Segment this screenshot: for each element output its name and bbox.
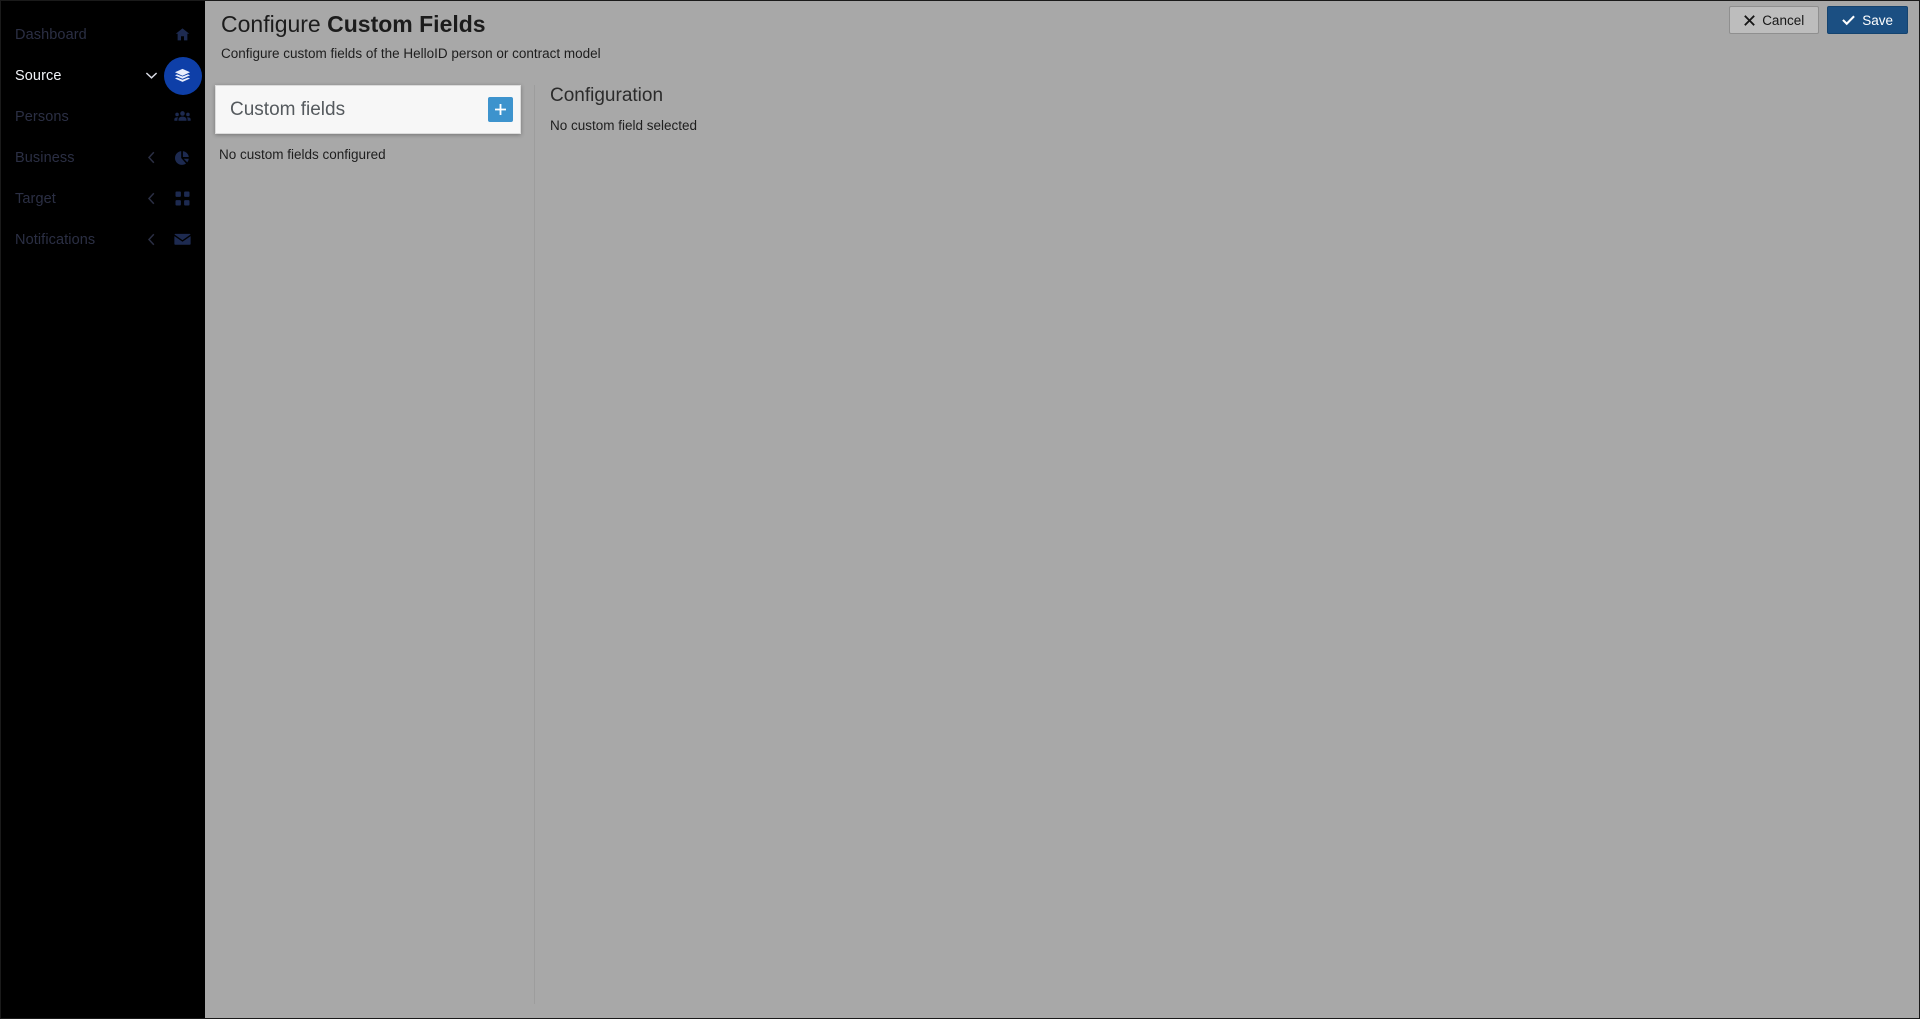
- layers-icon: [169, 67, 195, 84]
- page-subtitle: Configure custom fields of the HelloID p…: [221, 46, 601, 61]
- save-button-label: Save: [1862, 12, 1893, 28]
- page-header: Configure Custom Fields Configure custom…: [205, 1, 1919, 79]
- configuration-panel: Configuration No custom field selected: [550, 85, 1900, 133]
- sidebar-item-label: Notifications: [15, 231, 96, 248]
- cancel-button[interactable]: Cancel: [1729, 6, 1820, 34]
- page-title-strong: Custom Fields: [327, 11, 486, 37]
- check-icon: [1842, 14, 1856, 26]
- chevron-left-icon[interactable]: [143, 233, 159, 246]
- cancel-button-label: Cancel: [1762, 12, 1805, 28]
- users-icon: [169, 109, 195, 124]
- pie-chart-icon: [169, 150, 195, 166]
- home-icon: [169, 27, 195, 42]
- sidebar-item-source[interactable]: Source: [1, 55, 205, 96]
- cross-icon: [1744, 14, 1756, 26]
- sidebar-item-label: Persons: [15, 108, 69, 125]
- sidebar-navigation: Dashboard Source Persons Business Target…: [1, 1, 205, 1018]
- grid-squares-icon: [169, 191, 195, 206]
- sidebar-item-dashboard[interactable]: Dashboard: [1, 14, 205, 55]
- custom-fields-title: Custom fields: [230, 98, 346, 120]
- sidebar-item-label: Dashboard: [15, 26, 87, 43]
- configuration-title: Configuration: [550, 85, 664, 106]
- sidebar-item-notifications[interactable]: Notifications: [1, 219, 205, 260]
- chevron-left-icon[interactable]: [143, 151, 159, 164]
- page-body: Custom fields No custom fields configure…: [205, 79, 1919, 1018]
- application-window: Dashboard Source Persons Business Target…: [0, 0, 1920, 1019]
- plus-icon: [495, 104, 506, 115]
- sidebar-item-persons[interactable]: Persons: [1, 96, 205, 137]
- header-action-buttons: Cancel Save: [1729, 6, 1908, 34]
- chevron-left-icon[interactable]: [143, 192, 159, 205]
- custom-fields-card-header: Custom fields: [215, 85, 521, 134]
- sidebar-item-label: Business: [15, 149, 75, 166]
- column-divider: [534, 85, 535, 1004]
- custom-fields-empty-message: No custom fields configured: [219, 147, 386, 162]
- sidebar-item-business[interactable]: Business: [1, 137, 205, 178]
- sidebar-item-label: Source: [15, 67, 62, 84]
- page-title: Configure Custom Fields: [221, 11, 486, 38]
- chevron-down-icon[interactable]: [143, 71, 159, 80]
- page-title-prefix: Configure: [221, 11, 328, 37]
- save-button[interactable]: Save: [1827, 6, 1908, 34]
- custom-fields-panel: Custom fields No custom fields configure…: [215, 85, 521, 162]
- sidebar-item-target[interactable]: Target: [1, 178, 205, 219]
- sidebar-item-label: Target: [15, 190, 56, 207]
- envelope-icon: [169, 233, 195, 246]
- configuration-empty-message: No custom field selected: [550, 118, 698, 133]
- add-custom-field-button[interactable]: [488, 97, 513, 122]
- main-content-area: Configure Custom Fields Configure custom…: [205, 1, 1919, 1018]
